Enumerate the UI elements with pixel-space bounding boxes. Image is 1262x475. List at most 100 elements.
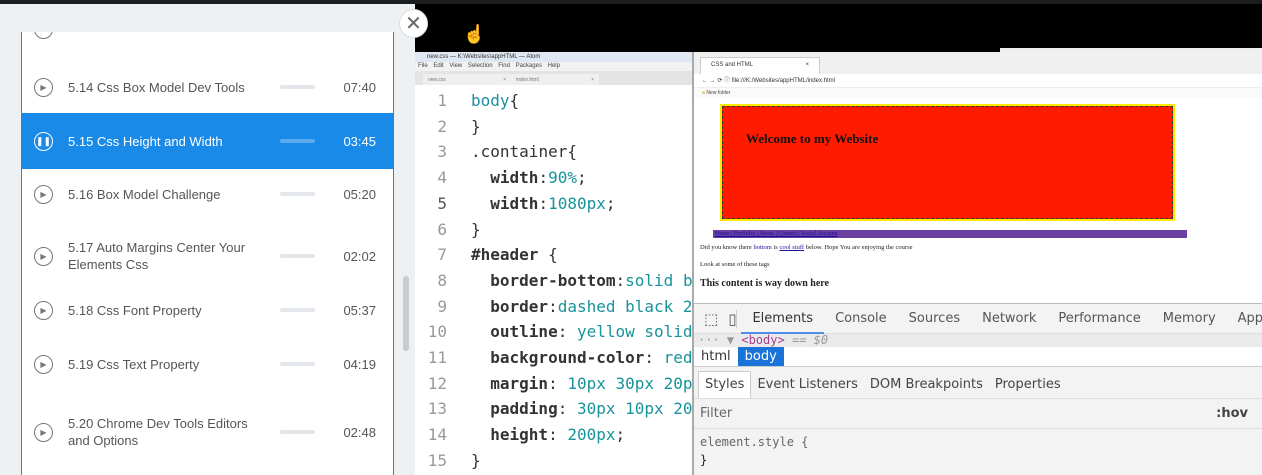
lecture-item[interactable]: ▶ 5.17 Auto Margins Center Your Elements …	[22, 221, 393, 291]
code-token: width	[490, 168, 539, 188]
line-number: 8	[437, 270, 447, 290]
code-token: }	[471, 450, 481, 470]
devtools-tab-app[interactable]: App	[1227, 304, 1262, 334]
line-number: 14	[427, 425, 447, 445]
lecture-duration: 07:40	[343, 79, 376, 95]
paragraph: Look at some of these tags	[700, 261, 770, 268]
code-line: width:1080px;	[471, 191, 615, 217]
crumb-html[interactable]: html	[694, 347, 738, 366]
pause-icon[interactable]: ❚❚	[34, 131, 53, 151]
line-number: 7	[437, 245, 447, 265]
close-icon[interactable]: ×	[805, 62, 809, 70]
close-icon[interactable]: ×	[591, 77, 594, 83]
selected-marker: == $0	[784, 333, 829, 347]
lecture-title: 5.14 Css Box Model Dev Tools	[68, 79, 245, 95]
chrome-browser: CSS and HTML × ← → ⟳ ⓘ file:///K:/Website…	[692, 52, 1262, 475]
subtab-event-listeners[interactable]: Event Listeners	[751, 372, 863, 398]
code-line: height: 200px;	[471, 422, 625, 448]
progress-bar	[280, 362, 315, 366]
lecture-item[interactable]: ▶ 5.14 Css Box Model Dev Tools 07:40	[22, 62, 393, 112]
code-token: 200px	[567, 425, 616, 445]
devtools-tab-sources[interactable]: Sources	[898, 304, 971, 334]
close-button[interactable]: ✕	[399, 9, 428, 38]
line-number: 4	[437, 168, 447, 188]
play-icon[interactable]: ▶	[34, 300, 53, 320]
code-token: :	[644, 348, 664, 367]
device-toggle-icon[interactable]: ▯	[728, 309, 738, 328]
lecture-title: 5.16 Box Model Challenge	[68, 186, 221, 202]
code-line: }	[471, 448, 481, 474]
paragraph: Did you know there bottom is cool stuff …	[700, 244, 913, 251]
code-token: 10px 30px 20px	[567, 373, 703, 393]
code-token: :	[548, 425, 568, 445]
code-token: {	[538, 245, 558, 265]
devtools-tab-memory[interactable]: Memory	[1152, 304, 1227, 334]
lecture-item[interactable]: ❚❚ 5.15 Css Height and Width 03:45	[22, 113, 393, 169]
crumb-body[interactable]: body	[737, 347, 784, 366]
bottom-link[interactable]: bottom	[753, 244, 771, 251]
hov-toggle[interactable]: :hov	[1216, 399, 1248, 429]
subtab-dom-breakpoints[interactable]: DOM Breakpoints	[864, 372, 989, 398]
cool-stuff-link[interactable]: cool stuff	[779, 244, 804, 251]
code-line: body{	[471, 88, 519, 114]
code-token: :	[557, 399, 577, 419]
devtools-tab-network[interactable]: Network	[971, 304, 1047, 334]
progress-bar	[280, 430, 315, 434]
code-line: width:90%;	[471, 165, 586, 191]
code-line: #header {	[471, 242, 558, 268]
lecture-item[interactable]: ▶ 5.19 Css Text Property 04:19	[22, 337, 393, 391]
play-icon[interactable]: ▶	[34, 184, 53, 204]
header-box: Welcome to my Website	[720, 104, 1175, 221]
element-style-rule[interactable]: element.style {}	[694, 429, 1262, 473]
code-line: }	[471, 114, 481, 140]
close-icon[interactable]: ×	[503, 77, 506, 83]
code-token: }	[471, 219, 481, 239]
subtab-styles[interactable]: Styles	[698, 371, 752, 398]
devtools-tab-console[interactable]: Console	[824, 304, 898, 334]
line-number: 3	[437, 142, 447, 162]
nav-icons[interactable]: ← → ⟳ ⓘ	[702, 78, 732, 84]
code-token: border-bottom	[490, 270, 616, 290]
code-token: solid bl	[625, 270, 703, 290]
devtools-tab-performance[interactable]: Performance	[1047, 304, 1151, 334]
play-icon[interactable]: ▶	[34, 354, 53, 374]
bookmark-new-folder[interactable]: ■ New folder	[694, 88, 1262, 98]
browser-tab[interactable]: CSS and HTML ×	[700, 57, 820, 74]
styles-filter[interactable]: Filter:hov	[694, 399, 1262, 429]
nav-bar[interactable]: Home | Portfolio | About | Contact | Soc…	[713, 230, 1187, 238]
play-icon[interactable]: ▶	[34, 246, 53, 266]
code-token: 90%	[548, 168, 577, 188]
code-token: :	[615, 270, 626, 290]
code-line: border-bottom:solid bl	[471, 268, 702, 294]
code-line: border:dashed black 2p	[471, 294, 702, 320]
web-page: Welcome to my Website Home | Portfolio |…	[694, 98, 1262, 303]
code-token: :	[538, 193, 549, 213]
code-token: }	[471, 116, 481, 136]
devtools-tab-elements[interactable]: Elements	[741, 304, 825, 334]
tab-new-css[interactable]: new.css ×	[423, 74, 511, 85]
code-token: ;	[615, 425, 626, 445]
url: file:///K:/Websites/appHTML/index.html	[731, 78, 835, 84]
lecture-item[interactable]: ▶ 5.16 Box Model Challenge 05:20	[22, 167, 393, 221]
code-line: margin: 10px 30px 20px	[471, 371, 702, 397]
address-bar[interactable]: ← → ⟳ ⓘ file:///K:/Websites/appHTML/inde…	[694, 74, 1262, 88]
subtab-properties[interactable]: Properties	[989, 372, 1067, 398]
lecture-title: 5.15 Css Height and Width	[68, 133, 223, 149]
body-tag: <body>	[741, 333, 785, 347]
lecture-item[interactable]: ▶ 5.18 Css Font Property 05:37	[22, 283, 393, 337]
tab-index-html[interactable]: index.html ×	[511, 74, 599, 85]
play-icon[interactable]: ▶	[34, 422, 53, 442]
scrollbar[interactable]	[403, 276, 409, 351]
inspect-icon[interactable]: ⬚	[704, 310, 718, 328]
code-token: width	[490, 193, 539, 213]
lecture-item[interactable]: ▶ 5.20 Chrome Dev Tools Editors and Optio…	[22, 396, 393, 468]
lecture-title: 5.19 Css Text Property	[68, 356, 200, 372]
dom-tree-line[interactable]: ··· ▼ <body> == $0	[694, 334, 1262, 347]
atom-menu[interactable]: File Edit View Selection Find Packages H…	[415, 62, 692, 71]
play-icon[interactable]: ▶	[34, 77, 53, 97]
hand-cursor-icon: ☝	[463, 24, 486, 44]
